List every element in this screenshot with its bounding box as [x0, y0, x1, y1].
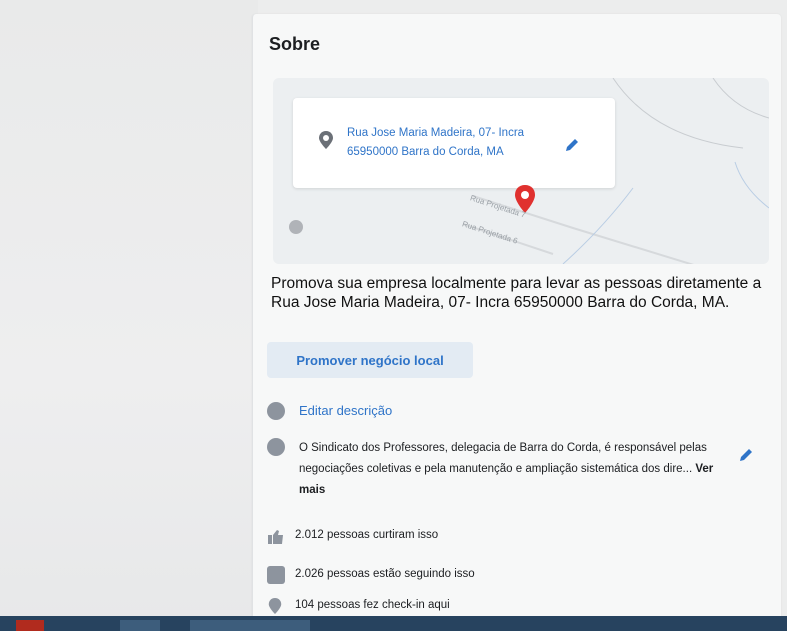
description-row: O Sindicato dos Professores, delegacia d… — [267, 438, 719, 501]
taskbar — [0, 616, 787, 631]
info-icon[interactable] — [289, 220, 303, 234]
about-card: Sobre Rua Jose Maria Madeira, 07- Incra … — [252, 14, 781, 631]
follow-icon — [267, 566, 285, 584]
page-background — [0, 0, 258, 631]
taskbar-app-icon[interactable] — [16, 620, 44, 631]
edit-description-link[interactable]: Editar descrição — [299, 403, 392, 418]
promote-local-business-button[interactable]: Promover negócio local — [267, 342, 473, 378]
checkin-icon — [268, 598, 282, 614]
description-text: O Sindicato dos Professores, delegacia d… — [299, 442, 707, 475]
address-box: Rua Jose Maria Madeira, 07- Incra 659500… — [293, 98, 615, 188]
address-link[interactable]: Rua Jose Maria Madeira, 07- Incra 659500… — [347, 124, 537, 162]
taskbar-app-icon[interactable] — [120, 620, 160, 631]
followers-count: 2.026 pessoas estão seguindo isso — [295, 568, 475, 580]
pencil-icon[interactable] — [563, 136, 581, 154]
checkins-count: 104 pessoas fez check-in aqui — [295, 599, 450, 611]
edit-description-row[interactable]: Editar descrição — [267, 402, 392, 420]
about-title: Sobre — [269, 34, 321, 54]
like-icon — [268, 530, 283, 544]
map[interactable]: Rua Jose Maria Madeira, 07- Incra 659500… — [273, 78, 769, 264]
location-pin-icon — [319, 131, 333, 149]
taskbar-app-icon[interactable] — [190, 620, 310, 631]
pencil-icon[interactable] — [737, 446, 755, 464]
followers-row: 2.026 pessoas estão seguindo isso — [267, 566, 475, 584]
info-icon — [267, 402, 285, 420]
description: O Sindicato dos Professores, delegacia d… — [299, 438, 719, 501]
checkins-row: 104 pessoas fez check-in aqui — [267, 597, 450, 615]
promo-text: Promova sua empresa localmente para leva… — [271, 275, 762, 311]
likes-count: 2.012 pessoas curtiram isso — [295, 529, 439, 541]
likes-row: 2.012 pessoas curtiram isso — [267, 529, 438, 545]
info-icon — [267, 438, 285, 456]
